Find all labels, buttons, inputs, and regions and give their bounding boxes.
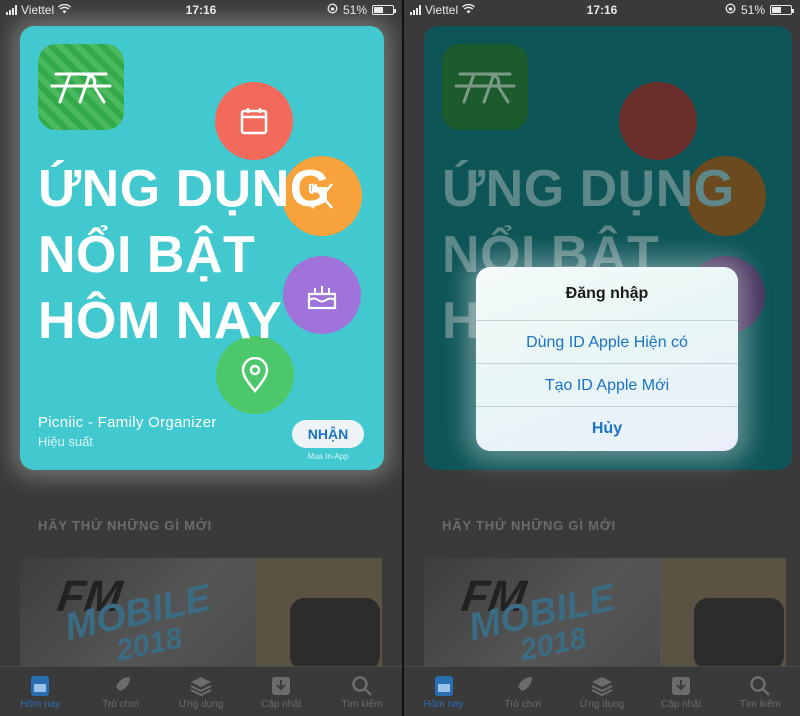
today-icon [30, 673, 50, 699]
feature-headline: ỨNG DỤNG NỔI BẬT HÔM NAY [38, 156, 331, 354]
tab-label: Hôm nay [423, 699, 464, 710]
tab-today: Hôm nay [404, 667, 483, 716]
rocket-icon [512, 673, 534, 699]
alert-title: Đăng nhập [476, 267, 738, 321]
tab-label: Ứng dụng [178, 699, 224, 710]
left-screen: Viettel 17:16 51% ỨNG DỤNG NỔI BẬT HÔM N… [0, 0, 402, 716]
battery-percent: 51% [740, 3, 765, 17]
tab-today[interactable]: Hôm nay [0, 667, 80, 716]
tab-games[interactable]: Trò chơi [80, 667, 160, 716]
right-screen: Viettel 17:16 51% ỨNG DỤNG NỔI BẬT HÔM N… [404, 0, 800, 716]
tab-label: Ứng dụng [579, 699, 625, 710]
in-app-purchase-note: Mua In-App [307, 452, 349, 461]
section-title: HÃY THỬ NHỮNG GÌ MỚI [38, 518, 213, 533]
search-icon [351, 673, 373, 699]
rocket-icon [110, 673, 132, 699]
battery-percent: 51% [342, 3, 367, 17]
picniic-app-icon [38, 44, 124, 130]
stack-icon [190, 673, 212, 699]
tab-label: Tìm kiếm [739, 699, 781, 710]
headline-line-1: ỨNG DỤNG [442, 160, 735, 218]
tab-label: Trò chơi [102, 699, 139, 710]
get-button[interactable]: NHẬN [292, 420, 364, 448]
promo-banner: FM MOBILE 2018 [424, 558, 786, 670]
rotation-lock-icon [725, 3, 736, 17]
tab-label: Trò chơi [504, 699, 542, 710]
calendar-icon [215, 82, 293, 160]
tab-updates: Cập nhật [642, 667, 721, 716]
picniic-app-icon [442, 44, 528, 130]
tab-label: Cập nhật [660, 699, 702, 710]
tab-label: Tìm kiếm [341, 699, 383, 710]
calendar-icon [619, 82, 697, 160]
featured-app-card[interactable]: ỨNG DỤNG NỔI BẬT HÔM NAY Picniic - Famil… [20, 26, 384, 470]
tab-bar: Hôm nay Trò chơi Ứng dụng Cập nhật Tìm k… [0, 666, 402, 716]
tab-search: Tìm kiếm [721, 667, 800, 716]
promo-banner[interactable]: FM MOBILE 2018 [20, 558, 382, 670]
battery-icon [372, 5, 396, 15]
today-icon [434, 673, 454, 699]
tab-search[interactable]: Tìm kiếm [322, 667, 402, 716]
headline-line-1: ỨNG DỤNG [38, 160, 331, 218]
tab-label: Cập nhật [261, 699, 302, 710]
download-icon [670, 673, 692, 699]
rotation-lock-icon [327, 3, 338, 17]
download-icon [270, 673, 292, 699]
stack-icon [591, 673, 613, 699]
search-icon [749, 673, 771, 699]
app-category: Hiệu suất [38, 434, 93, 449]
section-title: HÃY THỬ NHỮNG GÌ MỚI [442, 518, 617, 533]
sign-in-alert: Đăng nhập Dùng ID Apple Hiện có Tạo ID A… [476, 267, 738, 451]
headline-line-3: HÔM NAY [38, 292, 283, 350]
battery-icon [770, 5, 794, 15]
promo-tile-icon [694, 598, 784, 670]
app-name: Picniic - Family Organizer [38, 414, 217, 431]
tab-games: Trò chơi [483, 667, 562, 716]
cancel-button[interactable]: Hủy [476, 407, 738, 450]
use-existing-apple-id-button[interactable]: Dùng ID Apple Hiện có [476, 321, 738, 364]
tab-bar: Hôm nay Trò chơi Ứng dụng Cập nhật Tìm k… [404, 666, 800, 716]
tab-label: Hôm nay [20, 699, 61, 710]
tab-apps[interactable]: Ứng dụng [161, 667, 241, 716]
status-bar: Viettel 17:16 51% [404, 0, 800, 20]
promo-tile-icon [290, 598, 380, 670]
create-new-apple-id-button[interactable]: Tạo ID Apple Mới [476, 364, 738, 407]
status-bar: Viettel 17:16 51% [0, 0, 402, 20]
tab-apps: Ứng dụng [562, 667, 641, 716]
headline-line-2: NỔI BẬT [38, 226, 256, 284]
tab-updates[interactable]: Cập nhật [241, 667, 321, 716]
